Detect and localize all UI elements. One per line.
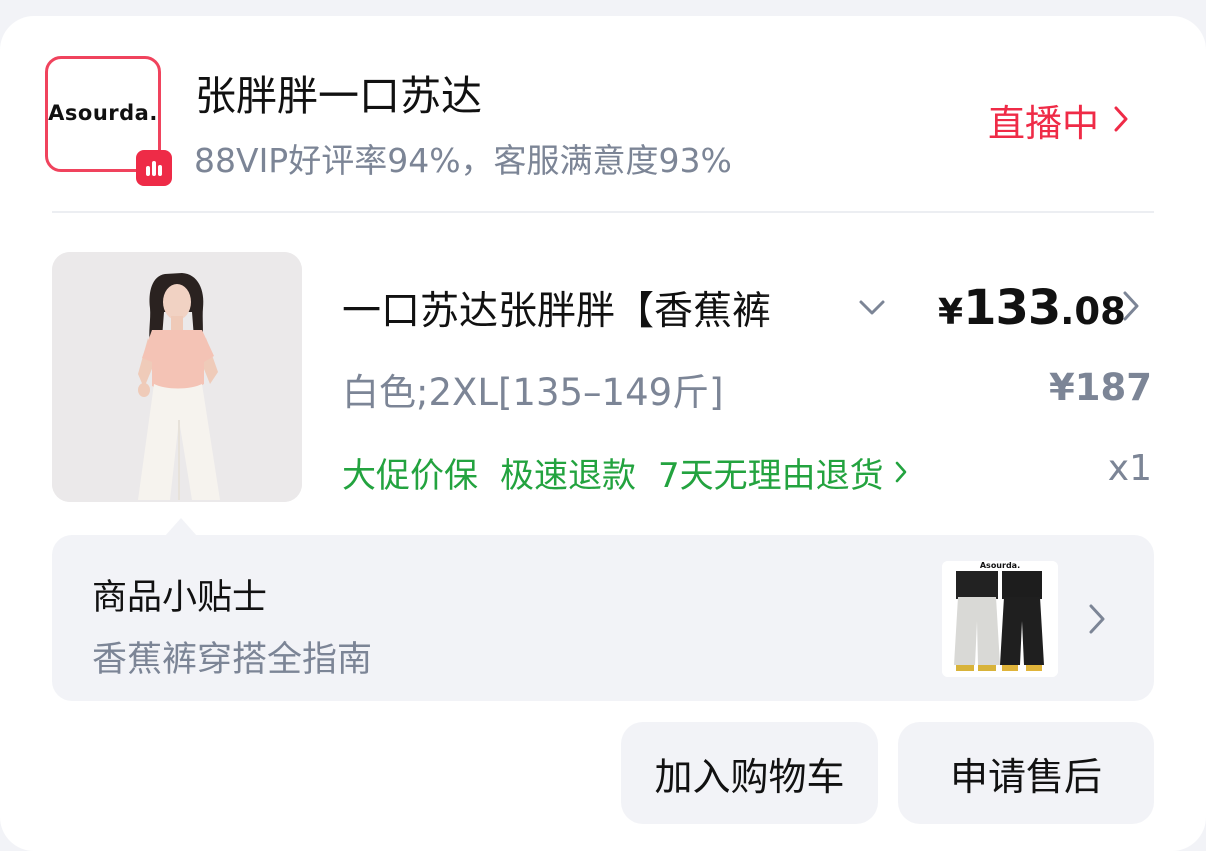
product-tips-banner[interactable]: 商品小贴士 香蕉裤穿搭全指南 Asourda. (52, 535, 1154, 701)
shop-logo-text: Asourda. (48, 101, 158, 125)
quantity: x1 (1107, 448, 1152, 489)
product-title[interactable]: 一口苏达张胖胖【香蕉裤 (342, 280, 862, 340)
product-price: ¥ 133 .08 (938, 280, 1126, 336)
live-label: 直播中 (988, 102, 1099, 145)
tips-thumb-logo: Asourda. (942, 561, 1058, 571)
product-spec: 白色;2XL[135–149斤] (342, 371, 724, 414)
service-tags[interactable]: 大促价保 极速退款 7天无理由退货 (342, 448, 930, 497)
tips-subtitle: 香蕉裤穿搭全指南 (92, 640, 373, 680)
price-integer: 133 (963, 280, 1061, 336)
chevron-right-icon[interactable] (1122, 290, 1140, 326)
price-decimal: .08 (1060, 290, 1126, 333)
tip-pointer (165, 518, 197, 536)
chevron-right-icon (1088, 603, 1106, 639)
product-image[interactable] (52, 252, 302, 502)
divider (52, 211, 1154, 213)
chevron-right-icon (1113, 99, 1129, 142)
order-item-card: Asourda. 张胖胖一口苏达 88VIP好评率94%，客服满意度93% 直播… (0, 16, 1206, 851)
tag-seven-day-return: 7天无理由退货 (658, 456, 884, 496)
tips-thumbnail: Asourda. (942, 561, 1058, 677)
chevron-right-icon (894, 453, 908, 493)
after-sales-button[interactable]: 申请售后 (898, 722, 1154, 824)
chevron-down-icon[interactable] (858, 299, 886, 321)
shop-name[interactable]: 张胖胖一口苏达 (195, 62, 482, 122)
price-currency: ¥ (938, 292, 964, 333)
live-bars-icon (136, 150, 172, 186)
tag-price-protection: 大促价保 (342, 456, 478, 496)
original-price: ¥187 (1049, 366, 1152, 409)
tag-fast-refund: 极速退款 (500, 456, 636, 496)
tips-title: 商品小贴士 (92, 578, 268, 618)
shop-rating: 88VIP好评率94%，客服满意度93% (194, 141, 732, 180)
add-to-cart-button[interactable]: 加入购物车 (621, 722, 878, 824)
live-link[interactable]: 直播中 (988, 93, 1129, 147)
